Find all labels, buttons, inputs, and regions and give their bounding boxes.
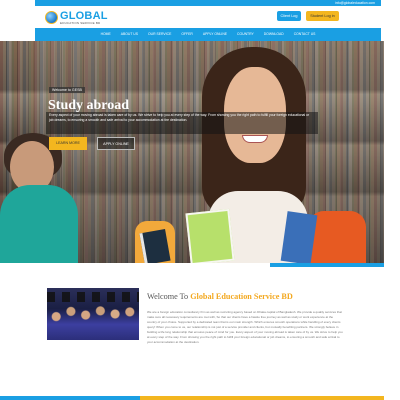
hero-banner [0,41,384,263]
hero-description: Every aspect of your moving abroad is ta… [49,113,310,123]
site-logo[interactable]: GLOBAL EDUCATION SERVICE BD [45,10,108,25]
learn-more-button[interactable]: LEARN MORE [49,137,87,150]
welcome-title-prefix: Welcome To [147,292,191,301]
footer-blue-bar [0,396,140,400]
nav-item-contact[interactable]: CONTACT US [289,28,321,41]
nav-item-home[interactable]: HOME [96,28,116,41]
client-login-button[interactable]: Client Log in [277,11,301,28]
site-header: GLOBAL EDUCATION SERVICE BD Client Log i… [35,6,381,28]
nav-item-apply[interactable]: APPLY ONLINE [198,28,232,41]
hero-student-image [180,41,330,263]
main-nav: HOME ABOUT US OUR SERVICE OFFER APPLY ON… [35,28,381,41]
nav-item-about[interactable]: ABOUT US [116,28,143,41]
welcome-title: Welcome To Global Education Service BD [147,292,293,301]
welcome-title-brand: Global Education Service BD [190,292,293,301]
student-login-button[interactable]: Student Log in [306,11,339,21]
nav-item-country[interactable]: COUNTRY [232,28,259,41]
page: info@globaleducation.com GLOBAL EDUCATIO… [0,0,400,400]
apply-online-button[interactable]: APPLY ONLINE [97,137,135,150]
dark-book-image [139,228,171,263]
logo-name: GLOBAL [60,9,108,22]
hero-welcome-tag: Welcome to GESB [49,87,85,93]
nav-item-offer[interactable]: OFFER [176,28,198,41]
welcome-description: We are a foreign education consultancy f… [147,310,343,344]
hero-accent-bar [270,263,384,267]
nav-item-download[interactable]: DOWNLOAD [259,28,289,41]
globe-logo-icon [45,11,58,24]
nav-item-service[interactable]: OUR SERVICE [143,28,176,41]
student-left-image [0,133,90,263]
graduates-image [47,288,139,340]
logo-text: GLOBAL EDUCATION SERVICE BD [60,9,108,25]
